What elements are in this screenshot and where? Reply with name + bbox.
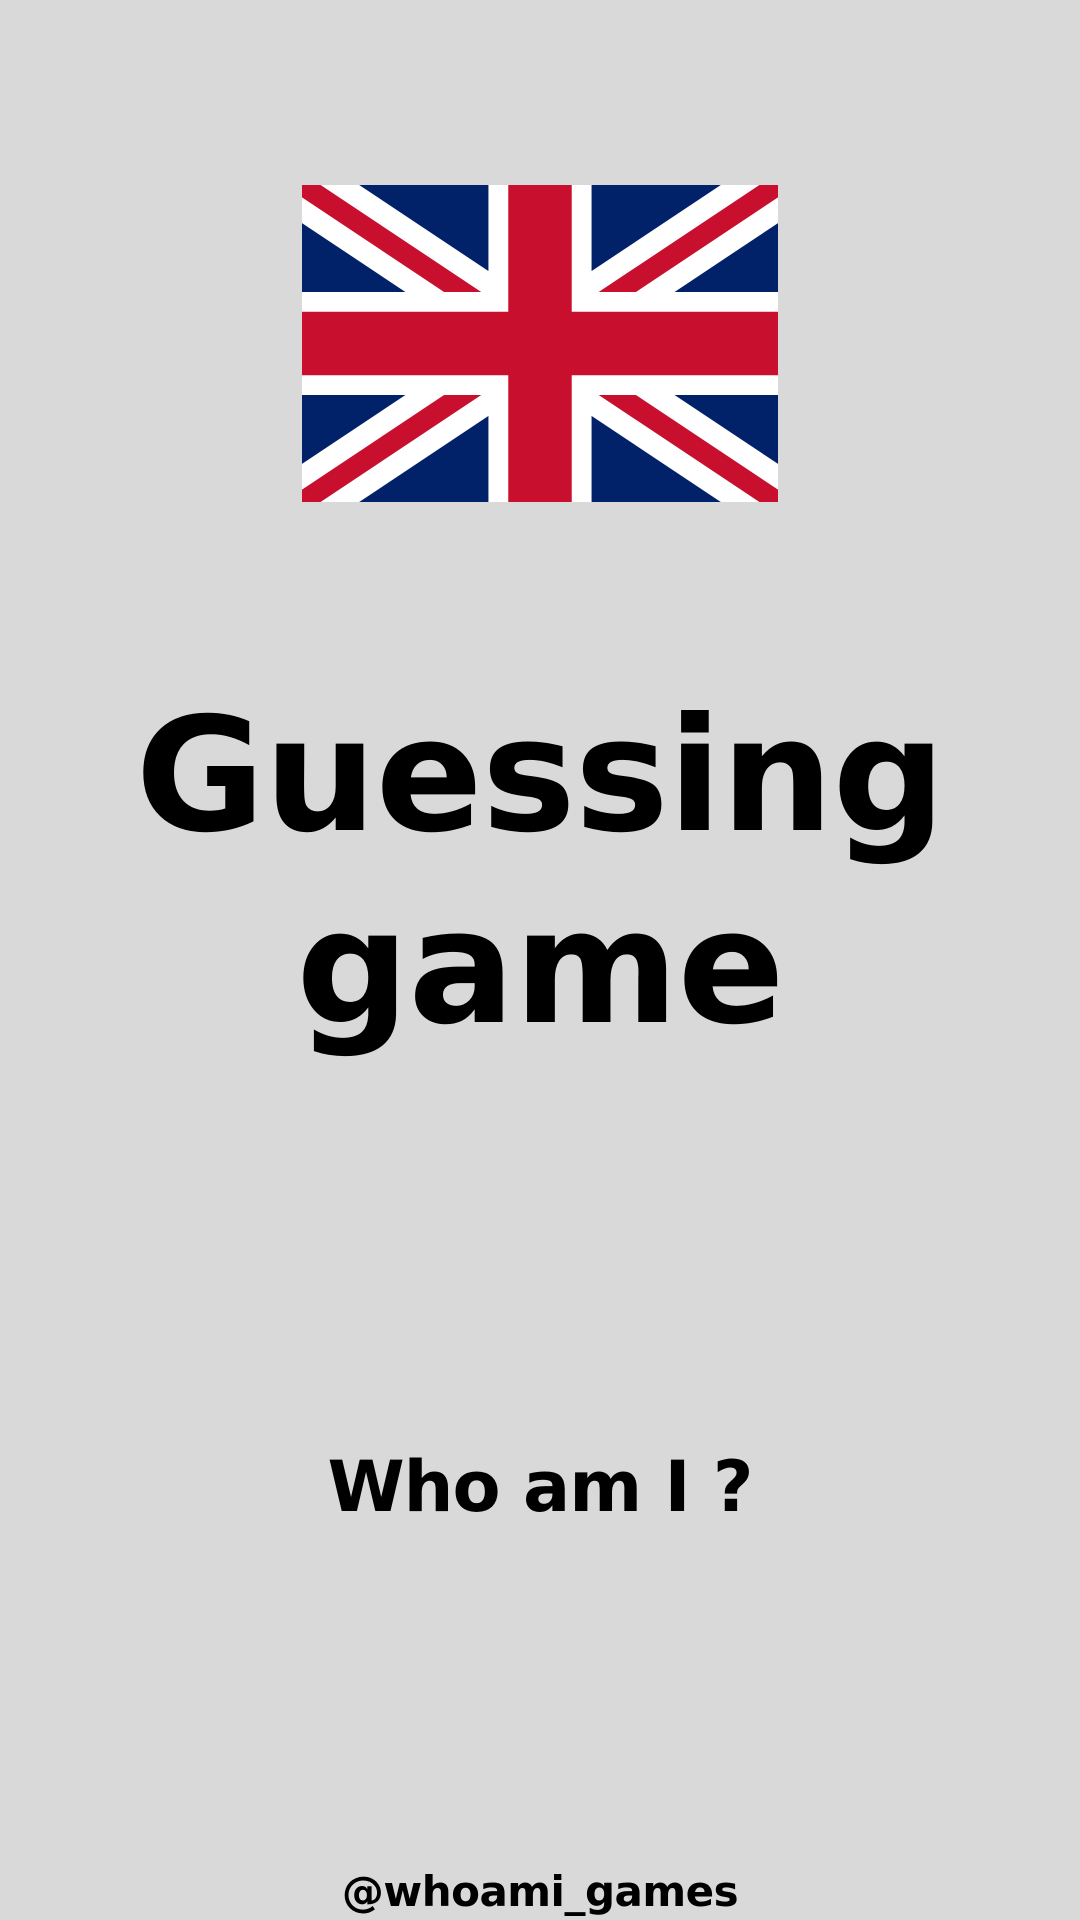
game-title-line-2: game bbox=[296, 876, 785, 1060]
social-handle: @whoami_games bbox=[341, 1867, 739, 1916]
game-title-line-1: Guessing bbox=[135, 684, 945, 868]
game-title: Guessing game bbox=[0, 680, 1080, 1064]
union-jack-flag-graphic bbox=[302, 185, 778, 502]
game-subtitle: Who am I ? bbox=[327, 1446, 753, 1528]
union-jack-flag-icon bbox=[302, 185, 778, 502]
